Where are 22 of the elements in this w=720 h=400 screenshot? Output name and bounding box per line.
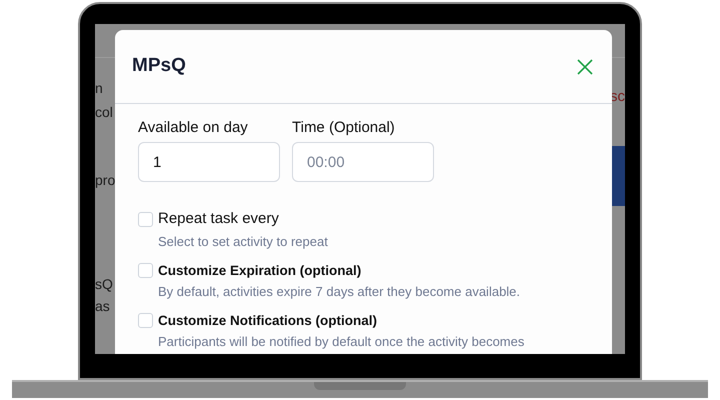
option-description: Participants will be notified by default once the activity becomes <box>158 334 526 350</box>
page-text: col <box>95 103 113 122</box>
field-label: Available on day <box>138 118 249 138</box>
checkbox[interactable] <box>138 313 153 328</box>
input-field[interactable]: 1 <box>138 142 280 182</box>
page-banner <box>611 146 625 206</box>
page-text: sQ <box>95 275 113 294</box>
close-button[interactable] <box>575 56 595 76</box>
page-text: pro <box>95 171 116 190</box>
option-label: Customize Expiration (optional) <box>158 262 362 280</box>
checkbox[interactable] <box>138 212 153 227</box>
page-text: n <box>95 79 103 98</box>
option-label: Customize Notifications (optional) <box>158 312 377 330</box>
close-icon <box>577 58 593 74</box>
field-label: Time (Optional) <box>292 118 396 138</box>
option-label: Repeat task every <box>158 209 279 229</box>
dialog-title: MPsQ <box>132 54 186 78</box>
page-text: as <box>95 297 110 316</box>
option-description: By default, activities expire 7 days after they become available. <box>158 284 522 300</box>
option-description: Select to set activity to repeat <box>158 234 329 250</box>
input-field[interactable]: 00:00 <box>292 142 434 182</box>
checkbox[interactable] <box>138 263 153 278</box>
